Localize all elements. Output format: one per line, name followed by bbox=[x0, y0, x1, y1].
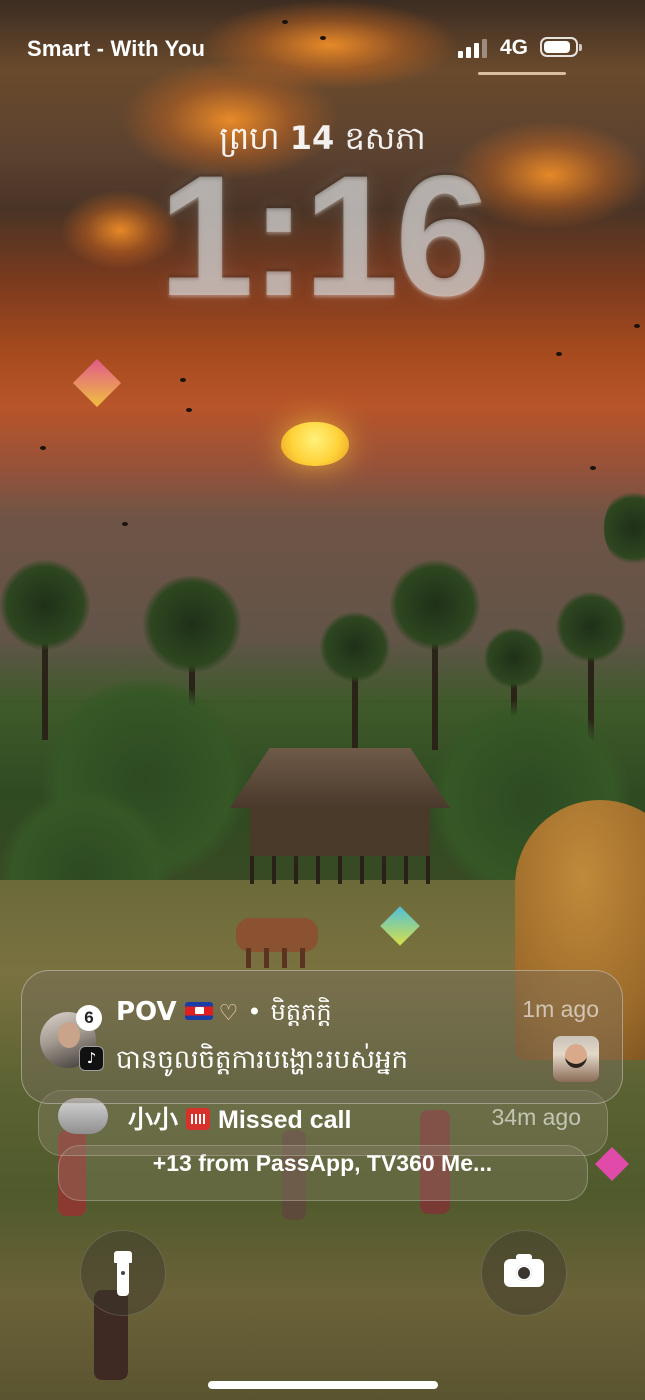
status-bar: Smart - With You 4G bbox=[0, 0, 645, 90]
camera-icon bbox=[504, 1254, 544, 1287]
notification-tiktok-subtitle: មិត្តភក្តិ bbox=[270, 998, 332, 1026]
notification-tiktok-body: បានចូលចិត្តការបង្ហោះរបស់អ្នក bbox=[116, 1045, 408, 1075]
control-center-indicator[interactable] bbox=[478, 72, 566, 75]
sender-name: 小小 bbox=[128, 1105, 179, 1134]
notification-count-badge: 6 bbox=[76, 1005, 102, 1031]
cambodia-flag-icon bbox=[184, 1001, 213, 1020]
network-type: 4G bbox=[500, 36, 529, 59]
flashlight-icon bbox=[114, 1251, 132, 1297]
sender-name: POV bbox=[116, 997, 177, 1027]
telephone-receiver-icon bbox=[186, 1108, 211, 1131]
tiktok-icon: ♪ bbox=[79, 1046, 104, 1071]
notification-telegram-title: 小小 Missed call bbox=[128, 1100, 351, 1136]
flashlight-button[interactable] bbox=[80, 1230, 166, 1316]
heart-hands-icon: ♡ bbox=[218, 1001, 239, 1026]
home-indicator[interactable] bbox=[208, 1381, 438, 1389]
notification-tiktok-title: POV ♡ • មិត្តភក្តិ bbox=[116, 997, 332, 1032]
post-thumbnail bbox=[553, 1036, 599, 1082]
stilt-house bbox=[230, 748, 450, 888]
battery-icon bbox=[540, 37, 582, 57]
camera-button[interactable] bbox=[481, 1230, 567, 1316]
notification-tiktok[interactable] bbox=[21, 970, 623, 1104]
notification-tiktok-time: 1m ago bbox=[522, 996, 599, 1022]
notification-telegram-time: 34m ago bbox=[491, 1104, 581, 1130]
setting-sun bbox=[281, 422, 349, 466]
carrier-name: Smart - With You bbox=[27, 36, 206, 61]
separator: • bbox=[247, 998, 262, 1026]
cellular-signal-icon bbox=[458, 38, 488, 58]
lock-time[interactable]: 1:16 bbox=[0, 150, 645, 322]
cow bbox=[236, 918, 318, 968]
notification-telegram-body: Missed call bbox=[218, 1106, 352, 1134]
